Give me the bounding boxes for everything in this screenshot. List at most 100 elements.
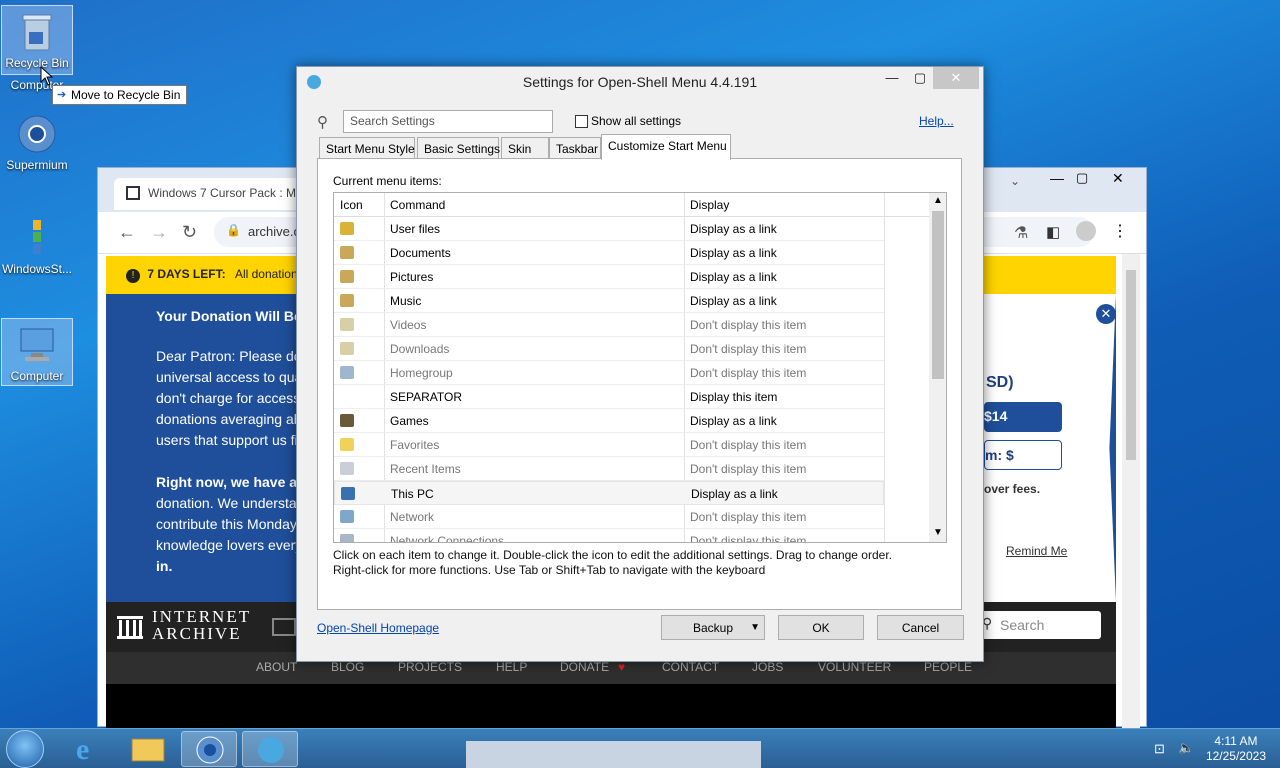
show-all-settings-label[interactable]: Show all settings [591,114,681,128]
menu-item-icon[interactable] [341,487,355,500]
menu-item-row[interactable]: Homegroup Don't display this item [334,361,884,385]
menu-item-icon[interactable] [340,366,354,379]
nav-help[interactable]: HELP [496,660,527,674]
menu-item-icon[interactable] [340,510,354,523]
menu-item-display[interactable]: Don't display this item [690,342,806,356]
other-amount-field[interactable]: m: $ [984,440,1062,470]
menu-item-row[interactable]: Documents Display as a link [334,241,884,265]
desktop-icon-computer[interactable]: Computer [1,318,73,386]
menu-item-row[interactable]: User files Display as a link [334,217,884,241]
close-button[interactable]: ✕ [1112,170,1124,187]
profile-avatar-icon[interactable] [1076,221,1096,241]
tab-taskbar[interactable]: Taskbar [549,137,601,159]
chevron-down-icon[interactable]: ⌄ [1010,174,1020,188]
tab-basic-settings[interactable]: Basic Settings [417,137,500,159]
menu-item-icon[interactable] [340,222,354,235]
col-command-header[interactable]: Command [390,198,445,212]
nav-blog[interactable]: BLOG [331,660,364,674]
scroll-down-arrow-icon[interactable]: ▼ [933,527,943,538]
tab-skin[interactable]: Skin [501,137,549,159]
menu-item-row[interactable]: Music Display as a link [334,289,884,313]
cancel-button[interactable]: Cancel [877,615,964,640]
settings-dialog[interactable]: Settings for Open-Shell Menu 4.4.191 — ▢… [296,66,984,662]
menu-item-row[interactable]: Recent Items Don't display this item [334,457,884,481]
menu-item-icon[interactable] [340,318,354,331]
tab-start-menu-style[interactable]: Start Menu Style [319,137,415,159]
menu-item-row[interactable]: Videos Don't display this item [334,313,884,337]
nav-about[interactable]: ABOUT [256,660,297,674]
desktop-icon-windowsst[interactable]: WindowsSt... [1,212,73,276]
remind-me-link[interactable]: Remind Me [1006,544,1067,558]
amount-14-button[interactable]: $14 [984,402,1062,432]
menu-item-display[interactable]: Display as a link [690,246,777,260]
menu-item-icon[interactable] [340,294,354,307]
menu-item-display[interactable]: Display as a link [690,294,777,308]
dialog-minimize-button[interactable]: — [877,67,907,89]
menu-item-icon[interactable] [340,246,354,259]
desktop-icon-recycle-bin[interactable]: Recycle Bin [1,5,73,75]
open-shell-homepage-link[interactable]: Open-Shell Homepage [317,621,439,635]
menu-item-row[interactable]: Downloads Don't display this item [334,337,884,361]
col-icon-header[interactable]: Icon [340,198,363,212]
nav-jobs[interactable]: JOBS [752,660,783,674]
desktop-icon-supermium[interactable]: Supermium [1,108,73,172]
dialog-maximize-button[interactable]: ▢ [905,67,935,89]
ok-button[interactable]: OK [778,615,864,640]
backup-button[interactable]: Backup ▼ [661,615,765,640]
menu-item-display[interactable]: Display as a link [691,487,778,501]
extensions-icon[interactable]: ⚗ [1014,223,1028,243]
menu-item-row[interactable]: Network Connections Don't display this it… [334,529,884,542]
network-tray-icon[interactable]: ⊡ [1154,741,1165,757]
menu-item-row[interactable]: SEPARATOR Display this item [334,385,884,409]
menu-item-icon[interactable] [340,414,354,427]
settings-search-input[interactable]: Search Settings [343,110,553,133]
col-display-header[interactable]: Display [690,198,729,212]
menu-item-icon[interactable] [340,534,354,542]
list-scrollbar-thumb[interactable] [932,211,944,379]
maximize-button[interactable]: ▢ [1076,170,1088,186]
sidebar-icon[interactable]: ◧ [1046,223,1060,241]
menu-item-display[interactable]: Don't display this item [690,318,806,332]
help-link[interactable]: Help... [919,114,954,128]
volume-muted-tray-icon[interactable]: 🔈 [1178,740,1194,756]
page-scrollbar-thumb[interactable] [1126,270,1136,460]
menu-item-row[interactable]: This PC Display as a link [334,481,884,505]
nav-volunteer[interactable]: VOLUNTEER [818,660,891,674]
menu-item-display[interactable]: Don't display this item [690,510,806,524]
nav-donate[interactable]: DONATE [560,660,609,674]
menu-item-display[interactable]: Don't display this item [690,366,806,380]
menu-item-display[interactable]: Display this item [690,390,777,404]
browser-tab[interactable]: Windows 7 Cursor Pack : Mi [114,178,314,210]
menu-item-row[interactable]: Network Don't display this item [334,505,884,529]
tab-customize-start-menu[interactable]: Customize Start Menu [601,134,731,160]
nav-contact[interactable]: CONTACT [662,660,719,674]
supermium-taskbar-icon[interactable] [181,731,237,767]
back-arrow-icon[interactable]: ← [118,222,136,243]
menu-item-display[interactable]: Don't display this item [690,534,806,542]
menu-item-icon[interactable] [340,342,354,355]
scroll-up-arrow-icon[interactable]: ▲ [933,195,943,206]
menu-item-icon[interactable] [340,270,354,283]
menu-item-display[interactable]: Display as a link [690,222,777,236]
page-scrollbar[interactable] [1122,254,1140,728]
archive-search-input[interactable]: ⚲ Search [976,611,1101,639]
menu-item-icon[interactable] [340,462,354,475]
menu-item-display[interactable]: Don't display this item [690,462,806,476]
menu-item-display[interactable]: Display as a link [690,270,777,284]
taskbar-clock[interactable]: 4:11 AM 12/25/2023 [1206,734,1266,764]
menu-items-list[interactable]: Icon Command Display User files Display a… [333,192,947,543]
close-donation-button[interactable]: ✕ [1096,304,1116,324]
dialog-close-button[interactable]: ✕ [933,67,979,89]
menu-item-row[interactable]: Favorites Don't display this item [334,433,884,457]
forward-arrow-icon[interactable]: → [150,222,168,243]
menu-item-icon[interactable] [340,438,354,451]
show-all-settings-checkbox[interactable] [575,115,588,128]
open-shell-taskbar-icon[interactable] [242,731,298,767]
ie-taskbar-icon[interactable]: e [58,731,114,767]
file-explorer-taskbar-icon[interactable] [120,731,176,767]
nav-projects[interactable]: PROJECTS [398,660,462,674]
reload-icon[interactable]: ↻ [182,222,197,243]
nav-people[interactable]: PEOPLE [924,660,972,674]
menu-kebab-icon[interactable]: ⋮ [1112,221,1128,241]
menu-item-display[interactable]: Display as a link [690,414,777,428]
